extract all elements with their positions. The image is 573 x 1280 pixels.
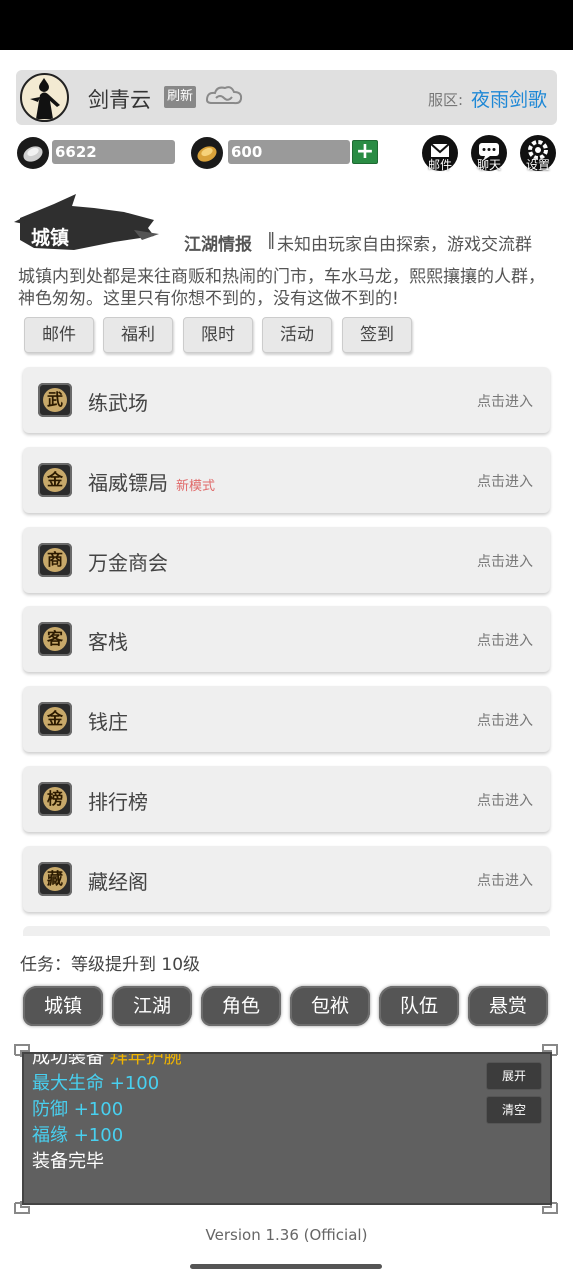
- list-item[interactable]: 榜 排行榜 点击进入: [23, 766, 550, 832]
- settings-label: 设置: [525, 158, 550, 172]
- place-name: 藏经阁: [88, 870, 148, 894]
- log-line: 装备完毕: [32, 1151, 104, 1172]
- log-line: 防御 +100: [32, 1099, 124, 1120]
- list-item[interactable]: 商 万金商会 点击进入: [23, 527, 550, 593]
- enter-link[interactable]: 点击进入: [477, 391, 533, 411]
- avatar-figure-icon: [30, 78, 60, 119]
- player-name: 剑青云: [88, 88, 151, 112]
- chat-icon[interactable]: 聊天: [471, 135, 507, 172]
- jin-icon: 金: [38, 463, 72, 497]
- enter-link[interactable]: 点击进入: [477, 551, 533, 571]
- news-label: 江湖情报: [184, 235, 252, 255]
- silver-icon: [17, 137, 49, 169]
- ke-icon: 客: [38, 622, 72, 656]
- nav-town[interactable]: 城镇: [23, 986, 103, 1026]
- chat-label: 聊天: [476, 158, 501, 172]
- tab-mail[interactable]: 邮件: [24, 317, 94, 353]
- gold-amount: 600: [228, 140, 350, 164]
- nav-team[interactable]: 队伍: [379, 986, 459, 1026]
- refresh-button[interactable]: 刷新: [164, 86, 196, 108]
- log-line: 成功装备 拜年护腕: [32, 1052, 182, 1071]
- tab-welfare[interactable]: 福利: [103, 317, 173, 353]
- list-item[interactable]: 藏 藏经阁 点击进入: [23, 846, 550, 912]
- silver-amount: 6622: [52, 140, 175, 164]
- cloud-icon: [205, 86, 243, 105]
- enter-link[interactable]: 点击进入: [477, 790, 533, 810]
- jin-icon: 金: [38, 702, 72, 736]
- server-name[interactable]: 夜雨剑歌: [471, 85, 547, 112]
- new-mode-badge: 新模式: [176, 479, 216, 494]
- location-description: 城镇内到处都是来往商贩和热闹的门市，车水马龙，熙熙攘攘的人群，神色匆匆。这里只有…: [18, 267, 545, 309]
- list-item[interactable]: 金 福威镖局 新模式 点击进入: [23, 447, 550, 513]
- list-item[interactable]: 客 客栈 点击进入: [23, 606, 550, 672]
- place-name: 排行榜: [88, 790, 148, 814]
- location-title: 城镇: [31, 227, 70, 249]
- version-text: Version 1.36 (Official): [205, 1226, 368, 1244]
- expand-button[interactable]: 展开: [486, 1062, 542, 1090]
- mail-icon[interactable]: 邮件: [422, 135, 458, 172]
- message-log: 成功装备 拜年护腕 最大生命 +100 防御 +100 福缘 +100 装备完毕 展开 …: [22, 1052, 552, 1205]
- news-ticker: 未知由玩家自由探索，游戏交流群: [277, 235, 532, 255]
- profile-header: 剑青云 刷新 服区: 夜雨剑歌: [16, 70, 557, 125]
- task-text: 任务：等级提升到 10级: [20, 955, 201, 975]
- list-item[interactable]: 金 钱庄 点击进入: [23, 686, 550, 752]
- place-name: 钱庄: [88, 710, 128, 734]
- shang-icon: 商: [38, 543, 72, 577]
- tab-signin[interactable]: 签到: [342, 317, 412, 353]
- nav-character[interactable]: 角色: [201, 986, 281, 1026]
- place-name: 练武场: [88, 391, 148, 415]
- wu-icon: 武: [38, 383, 72, 417]
- enter-link[interactable]: 点击进入: [477, 630, 533, 650]
- clear-button[interactable]: 清空: [486, 1096, 542, 1124]
- home-indicator[interactable]: [190, 1264, 382, 1269]
- log-lines: 成功装备 拜年护腕 最大生命 +100 防御 +100 福缘 +100 装备完毕: [32, 1052, 182, 1175]
- avatar[interactable]: [20, 73, 69, 122]
- place-name: 万金商会: [88, 551, 168, 575]
- gold-icon: [191, 137, 223, 169]
- tab-limited[interactable]: 限时: [183, 317, 253, 353]
- nav-bag[interactable]: 包袱: [290, 986, 370, 1026]
- enter-link[interactable]: 点击进入: [477, 870, 533, 890]
- enter-link[interactable]: 点击进入: [477, 471, 533, 491]
- gear-icon[interactable]: 设置: [520, 135, 556, 172]
- nav-bounty[interactable]: 悬赏: [468, 986, 548, 1026]
- status-bar: [0, 0, 573, 50]
- nav-jianghu[interactable]: 江湖: [112, 986, 192, 1026]
- cang-icon: 藏: [38, 862, 72, 896]
- list-item[interactable]: 武 练武场 点击进入: [23, 367, 550, 433]
- add-gold-button[interactable]: +: [352, 140, 378, 164]
- bang-icon: 榜: [38, 782, 72, 816]
- mail-label: 邮件: [427, 158, 452, 172]
- list-item-partial: [23, 926, 550, 936]
- enter-link[interactable]: 点击进入: [477, 710, 533, 730]
- tab-events[interactable]: 活动: [262, 317, 332, 353]
- log-line: 福缘 +100: [32, 1125, 124, 1146]
- server-label: 服区:: [428, 91, 464, 109]
- item-name: 拜年护腕: [109, 1052, 182, 1068]
- news-separator: ‖: [267, 230, 276, 250]
- place-name: 客栈: [88, 630, 128, 654]
- place-name: 福威镖局 新模式: [88, 471, 216, 495]
- log-line: 最大生命 +100: [32, 1073, 160, 1094]
